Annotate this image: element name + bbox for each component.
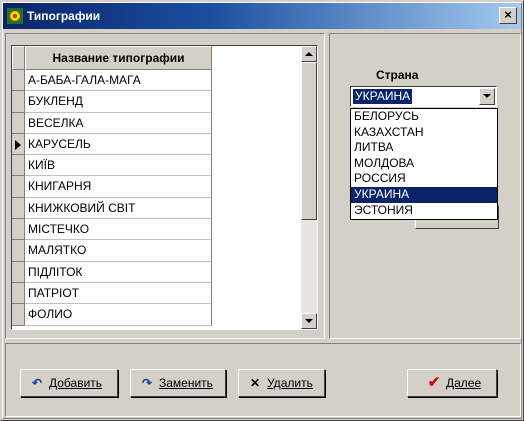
- table-cell[interactable]: ВЕСЕЛКА: [25, 112, 212, 134]
- table-row[interactable]: МІСТЕЧКО: [12, 219, 212, 241]
- table-row[interactable]: ПАТРІОТ: [12, 282, 212, 305]
- next-button-label: Далее: [446, 376, 482, 390]
- table-cell[interactable]: КАРУСЕЛЬ: [25, 133, 212, 156]
- chevron-down-icon: [483, 94, 491, 98]
- app-icon: [7, 8, 23, 24]
- row-indicator[interactable]: [12, 304, 25, 326]
- table-cell[interactable]: МАЛЯТКО: [25, 240, 212, 262]
- table-cell[interactable]: КНИЖКОВИЙ СВІТ: [25, 197, 212, 220]
- column-header-name[interactable]: Название типографии: [25, 46, 212, 70]
- delete-button[interactable]: ✕ Удалить: [238, 369, 325, 397]
- table-row[interactable]: КИЇВ: [12, 155, 212, 177]
- replace-button[interactable]: ↷ Заменить: [130, 369, 226, 397]
- table-row[interactable]: ФОЛИО: [12, 304, 212, 326]
- window-title: Типографии: [27, 9, 101, 23]
- table-cell[interactable]: А-БАБА-ГАЛА-МАГА: [25, 70, 212, 92]
- table-cell[interactable]: МІСТЕЧКО: [25, 219, 212, 241]
- delete-button-label: Удалить: [267, 376, 313, 390]
- row-indicator-header: [12, 46, 25, 70]
- grid-rows: А-БАБА-ГАЛА-МАГА БУКЛЕНД ВЕСЕЛКА КАРУСЕЛЬ КИ…: [12, 70, 212, 326]
- close-button[interactable]: ×: [499, 7, 517, 24]
- replace-button-label: Заменить: [159, 376, 213, 390]
- table-cell[interactable]: ПІДЛІТОК: [25, 261, 212, 283]
- row-indicator[interactable]: [12, 91, 25, 113]
- next-button[interactable]: ✔ Далее: [407, 369, 497, 397]
- table-cell[interactable]: КНИГАРНЯ: [25, 176, 212, 198]
- arrow-down-icon: [305, 319, 313, 323]
- typography-grid[interactable]: Название типографии А-БАБА-ГАЛА-МАГА БУКЛ…: [11, 45, 318, 330]
- dropdown-option[interactable]: МОЛДОВА: [351, 156, 497, 172]
- grid-header: Название типографии: [12, 46, 302, 70]
- dropdown-option[interactable]: ЭСТОНИЯ: [351, 203, 497, 219]
- checkmark-icon: ✔: [427, 374, 441, 391]
- add-button-label: Добавить: [49, 376, 103, 390]
- row-indicator[interactable]: [12, 261, 25, 283]
- scroll-up-button[interactable]: [301, 46, 317, 62]
- table-row[interactable]: А-БАБА-ГАЛА-МАГА: [12, 70, 212, 92]
- table-row[interactable]: ПІДЛІТОК: [12, 261, 212, 283]
- table-cell[interactable]: ФОЛИО: [25, 304, 212, 326]
- row-indicator[interactable]: [12, 219, 25, 241]
- table-cell[interactable]: ПАТРІОТ: [25, 282, 212, 305]
- combo-dropdown-button[interactable]: [479, 88, 495, 105]
- x-icon: ✕: [249, 376, 261, 390]
- row-indicator[interactable]: [12, 240, 25, 262]
- table-row[interactable]: МАЛЯТКО: [12, 240, 212, 262]
- country-dropdown-list: БЕЛОРУСЬ КАЗАХСТАН ЛИТВА МОЛДОВА РОССИЯ УКРАИ…: [350, 108, 498, 220]
- dropdown-option[interactable]: РОССИЯ: [351, 171, 497, 187]
- arrow-up-icon: [305, 52, 313, 56]
- table-row[interactable]: КАРУСЕЛЬ: [12, 133, 212, 156]
- scroll-thumb[interactable]: [301, 62, 317, 220]
- table-row[interactable]: БУКЛЕНД: [12, 91, 212, 113]
- country-selected-value: УКРАИНА: [353, 89, 413, 104]
- country-label: Страна: [376, 68, 419, 82]
- dropdown-option[interactable]: КАЗАХСТАН: [351, 125, 497, 141]
- row-indicator[interactable]: [12, 70, 25, 92]
- country-combobox[interactable]: УКРАИНА: [350, 86, 497, 107]
- dropdown-option[interactable]: УКРАИНА: [351, 186, 497, 203]
- redo-arrow-icon: ↷: [141, 376, 153, 390]
- row-indicator[interactable]: [12, 176, 25, 198]
- grid-vertical-scrollbar[interactable]: [301, 46, 317, 329]
- add-button[interactable]: ↶ Добавить: [20, 369, 118, 397]
- row-indicator[interactable]: [12, 155, 25, 177]
- current-row-arrow-icon: [15, 139, 21, 150]
- dropdown-option[interactable]: ЛИТВА: [351, 140, 497, 156]
- dialog-window: Типографии × Название типографии А-БАБА-…: [0, 0, 524, 421]
- table-row[interactable]: КНИЖКОВИЙ СВІТ: [12, 197, 212, 220]
- row-indicator[interactable]: [12, 112, 25, 134]
- dropdown-option[interactable]: БЕЛОРУСЬ: [351, 109, 497, 125]
- row-indicator[interactable]: [12, 133, 25, 156]
- undo-arrow-icon: ↶: [31, 376, 43, 390]
- table-cell[interactable]: БУКЛЕНД: [25, 91, 212, 113]
- table-row[interactable]: ВЕСЕЛКА: [12, 112, 212, 134]
- scroll-down-button[interactable]: [301, 313, 317, 329]
- row-indicator[interactable]: [12, 282, 25, 305]
- row-indicator[interactable]: [12, 197, 25, 220]
- table-row[interactable]: КНИГАРНЯ: [12, 176, 212, 198]
- title-bar[interactable]: Типографии ×: [3, 3, 521, 29]
- table-cell[interactable]: КИЇВ: [25, 155, 212, 177]
